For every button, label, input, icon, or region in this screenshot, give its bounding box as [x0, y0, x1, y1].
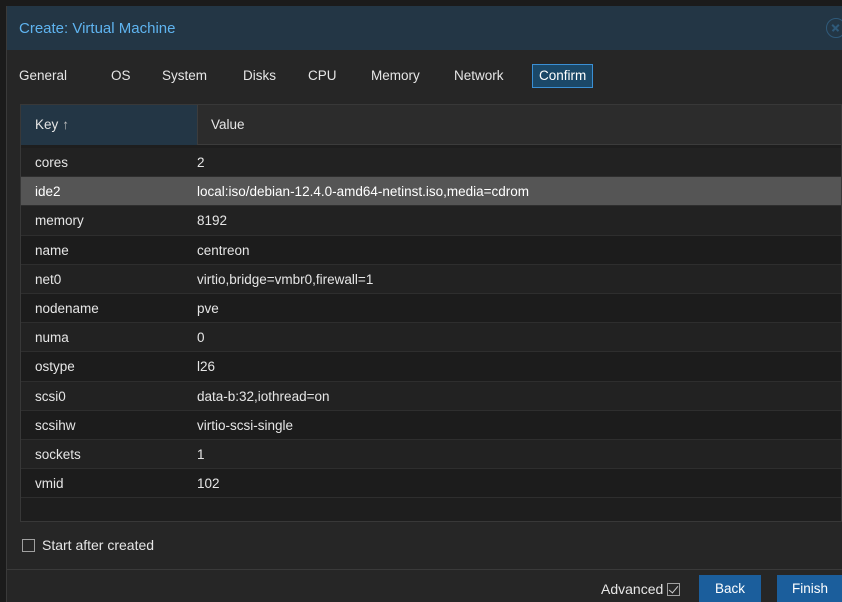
tab-confirm[interactable]: Confirm	[532, 64, 594, 88]
table-row[interactable]: ostype l26	[21, 352, 841, 382]
row-value: 8192	[197, 213, 228, 229]
row-key: ostype	[35, 359, 75, 375]
row-key: name	[35, 242, 69, 258]
create-vm-dialog: Create: Virtual Machine General OS Syste…	[6, 6, 842, 602]
checkbox-checked-icon[interactable]	[667, 583, 681, 596]
advanced-checkbox[interactable]: Advanced	[601, 581, 681, 597]
tab-system[interactable]: System	[156, 64, 213, 88]
row-key: sockets	[35, 446, 81, 462]
column-header-value[interactable]: Value	[198, 105, 841, 145]
table-row[interactable]: net0 virtio,bridge=vmbr0,firewall=1	[21, 264, 841, 294]
tab-general[interactable]: General	[13, 64, 73, 88]
table-row[interactable]: vmid 102	[21, 469, 841, 499]
row-value: virtio-scsi-single	[197, 417, 294, 433]
row-key: numa	[35, 330, 69, 346]
row-value: virtio,bridge=vmbr0,firewall=1	[197, 271, 374, 287]
table-row[interactable]: memory 8192	[21, 206, 841, 236]
table-row[interactable]: numa 0	[21, 323, 841, 353]
row-key: net0	[35, 271, 62, 287]
row-key: memory	[35, 213, 84, 229]
tab-network[interactable]: Network	[448, 64, 510, 88]
close-icon[interactable]	[826, 18, 842, 38]
dialog-titlebar: Create: Virtual Machine	[7, 6, 842, 50]
table-row[interactable]: name centreon	[21, 235, 841, 265]
grid-rows: cores 2 ide2 local:iso/debian-12.4.0-amd64-…	[21, 148, 841, 499]
checkbox-unchecked-icon[interactable]	[22, 539, 35, 552]
table-row[interactable]: nodename pve	[21, 293, 841, 324]
advanced-label: Advanced	[601, 581, 664, 597]
row-value: 2	[197, 155, 205, 170]
row-value: centreon	[197, 242, 250, 258]
row-value: 102	[197, 476, 220, 492]
column-header-key[interactable]: Key ↑	[21, 105, 198, 145]
row-key: ide2	[35, 184, 61, 200]
tab-memory[interactable]: Memory	[365, 64, 426, 88]
table-row[interactable]: cores 2	[21, 148, 841, 178]
row-key: cores	[35, 155, 69, 170]
table-row[interactable]: scsihw virtio-scsi-single	[21, 410, 841, 440]
row-key: vmid	[35, 476, 64, 492]
row-value: pve	[197, 300, 219, 316]
tab-cpu[interactable]: CPU	[302, 64, 343, 88]
row-value: 1	[197, 446, 205, 462]
row-value: local:iso/debian-12.4.0-amd64-netinst.is…	[197, 184, 530, 200]
dialog-footer: Advanced Back Finish	[7, 569, 842, 602]
column-header-key-label: Key	[35, 117, 59, 132]
back-button[interactable]: Back	[699, 575, 761, 602]
row-value: data-b:32,iothread=on	[197, 388, 330, 404]
confirm-grid: Key ↑ Value cores 2 ide2 local:iso/debian-12…	[20, 104, 842, 522]
dialog-title: Create: Virtual Machine	[19, 20, 176, 37]
row-value: l26	[197, 359, 216, 375]
tab-disks[interactable]: Disks	[237, 64, 282, 88]
table-row[interactable]: ide2 local:iso/debian-12.4.0-amd64-netins…	[21, 177, 841, 207]
table-row[interactable]: scsi0 data-b:32,iothread=on	[21, 381, 841, 411]
row-key: scsi0	[35, 388, 66, 404]
start-after-created-checkbox[interactable]: Start after created	[22, 536, 154, 554]
sort-ascending-icon: ↑	[62, 117, 70, 132]
row-key: nodename	[35, 300, 99, 316]
grid-header: Key ↑ Value	[21, 105, 841, 145]
row-key: scsihw	[35, 417, 76, 433]
start-after-created-label: Start after created	[42, 537, 155, 553]
table-row[interactable]: sockets 1	[21, 439, 841, 470]
row-value: 0	[197, 330, 205, 346]
tab-os[interactable]: OS	[105, 64, 137, 88]
wizard-tabbar: General OS System Disks CPU Memory Netwo…	[7, 50, 842, 100]
finish-button[interactable]: Finish	[777, 575, 842, 602]
